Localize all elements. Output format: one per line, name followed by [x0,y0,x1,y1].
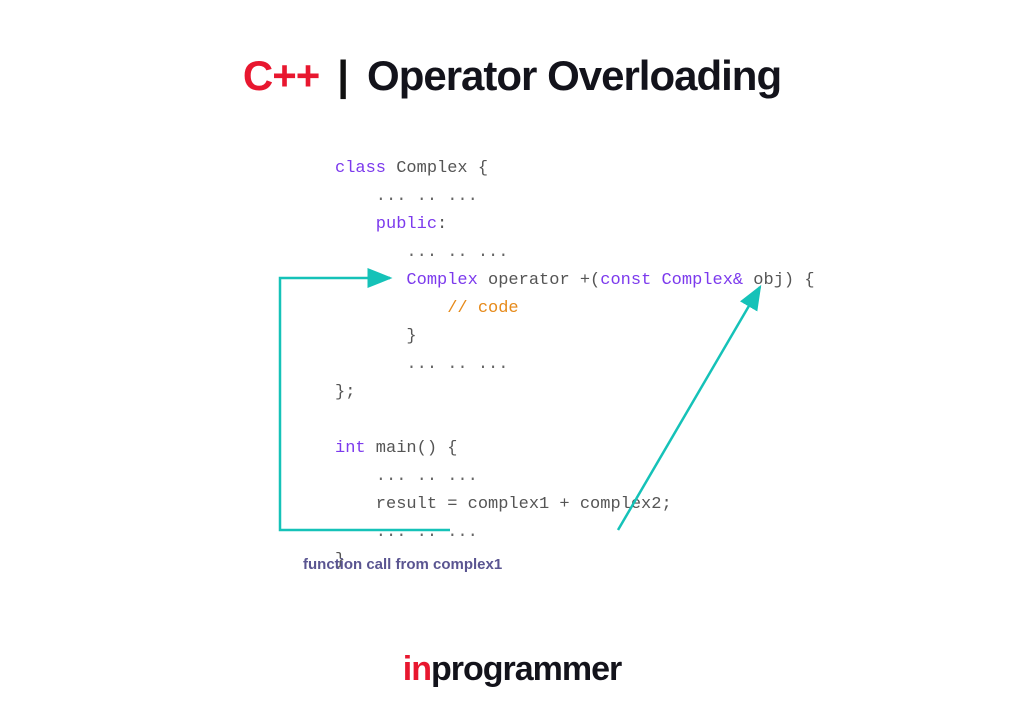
brace-close-2: }; [335,383,355,402]
dots-4: ... .. ... [335,467,478,486]
page-header: C++ | Operator Overloading [0,52,1024,100]
header-divider: | [337,52,349,100]
result-line: result = complex1 + complex2; [335,495,672,514]
ret-type: Complex [335,271,478,290]
dots-2: ... .. ... [335,243,508,262]
dots-1: ... .. ... [335,187,478,206]
classname: Complex { [386,159,488,178]
dots-3: ... .. ... [335,355,508,374]
brace-close-1: } [335,327,417,346]
header-title: Operator Overloading [367,52,781,100]
footer-in: in [403,650,431,688]
footer: inprogrammer [0,650,1024,689]
colon: : [437,215,447,234]
kw-const: const [600,271,651,290]
header-lang: C++ [243,52,319,100]
dots-5: ... .. ... [335,523,478,542]
amp: Complex& [651,271,743,290]
arg: obj) { [743,271,814,290]
annotation-caption: function call from complex1 [303,556,502,573]
comment: // code [335,299,519,318]
kw-public: public [335,215,437,234]
op-sym: +( [570,271,601,290]
code-block: class Complex { ... .. ... public: ... .… [335,155,815,575]
main: main() { [366,439,458,458]
op-kw: operator [478,271,570,290]
kw-int: int [335,439,366,458]
footer-rest: programmer [431,650,621,688]
kw-class: class [335,159,386,178]
footer-brand: inprogrammer [403,650,622,688]
header-inner: C++ | Operator Overloading [243,52,781,100]
